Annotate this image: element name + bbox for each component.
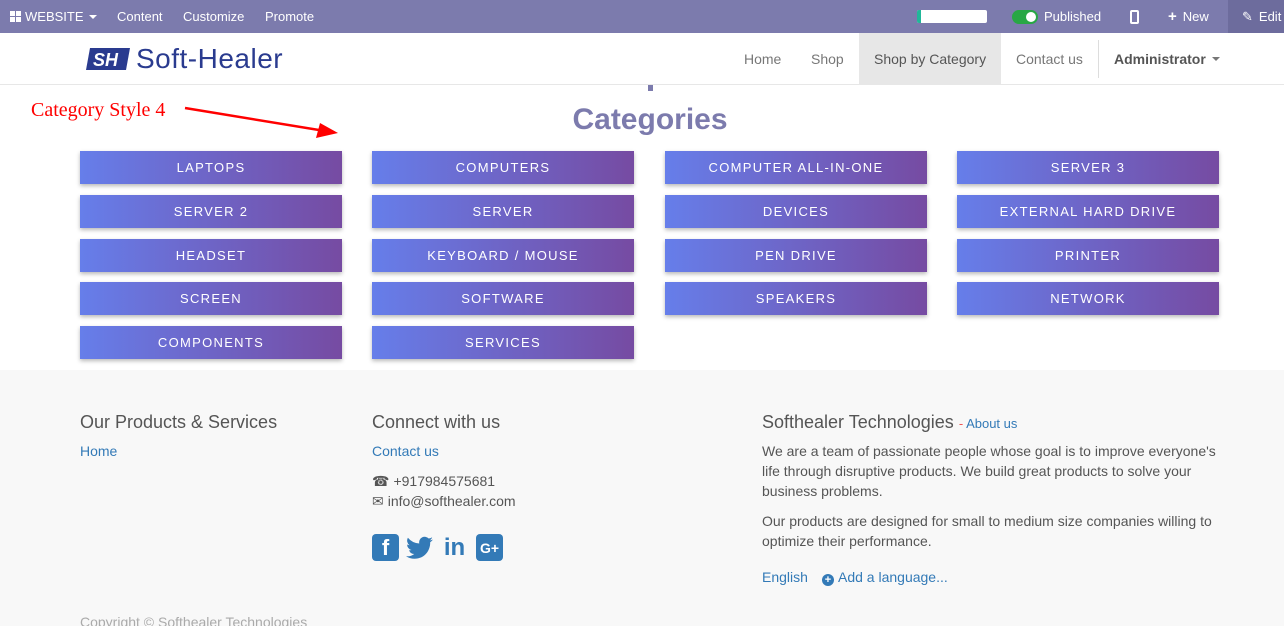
add-language-link[interactable]: + Add a language... [822,569,948,586]
footer-contact-link[interactable]: Contact us [372,443,439,459]
nav-shop[interactable]: Shop [796,33,859,84]
mobile-phone-icon [1130,9,1139,24]
new-label: New [1182,9,1209,24]
edit-button[interactable]: ✎ Edit [1228,0,1284,33]
progress-fill [917,10,921,23]
category-button[interactable]: COMPUTERS [372,151,634,184]
softhealer-logo[interactable]: SH Soft-Healer [86,43,283,75]
category-button[interactable]: EXTERNAL HARD DRIVE [957,195,1219,228]
category-button[interactable]: PRINTER [957,239,1219,272]
progress-bar [917,10,987,23]
footer-home-link[interactable]: Home [80,443,117,459]
category-button[interactable]: KEYBOARD / MOUSE [372,239,634,272]
nav-shop-by-category[interactable]: Shop by Category [859,33,1001,84]
plus-circle-icon: + [822,574,834,586]
category-button[interactable]: SERVER 2 [80,195,342,228]
published-toggle[interactable]: Published [1012,0,1101,33]
footer: Our Products & Services Home Connect wit… [0,370,1284,626]
svg-text:SH: SH [93,50,119,70]
footer-products-heading: Our Products & Services [80,412,278,432]
company-name: Softhealer Technologies [762,412,954,432]
company-description-1: We are a team of passionate people whose… [762,443,1216,499]
footer-connect-heading: Connect with us [372,412,501,432]
published-label: Published [1044,9,1102,24]
category-button[interactable]: PEN DRIVE [665,239,927,272]
company-description-2: Our products are designed for small to m… [762,513,1212,549]
softhealer-logo-mark: SH [86,48,130,70]
email-address: info@softhealer.com [387,493,516,509]
copyright-text: Copyright © Softhealer Technologies [80,614,308,626]
website-menu-label: WEBSITE [25,9,84,24]
add-language-label: Add a language... [838,569,948,585]
categories-title: Categories [572,103,728,136]
toggle-switch-icon [1012,9,1038,24]
content-menu[interactable]: Content [117,0,163,33]
google-plus-icon[interactable]: G+ [476,534,503,561]
category-button[interactable]: SERVER 3 [957,151,1219,184]
website-editor-bar: WEBSITE Content Customize Promote Publis… [0,0,1284,33]
nav-home[interactable]: Home [729,33,796,84]
category-button[interactable]: SERVER [372,195,634,228]
twitter-icon[interactable] [406,534,433,561]
language-english-link[interactable]: English [762,569,808,585]
user-name: Administrator [1114,50,1206,67]
facebook-icon[interactable]: f [372,534,399,561]
phone-number: +917984575681 [393,473,496,489]
caret-down-icon [1211,56,1220,61]
apps-grid-icon [10,11,21,22]
nav-contact-us[interactable]: Contact us [1001,33,1098,84]
envelope-icon: ✉ [372,493,384,509]
mobile-preview-button[interactable] [1130,0,1139,33]
about-us-link[interactable]: About us [966,416,1017,431]
snippet-drag-handle[interactable] [648,85,653,91]
category-button[interactable]: SERVICES [372,326,634,359]
promote-menu[interactable]: Promote [265,0,314,33]
phone-icon: ☎ [372,473,390,489]
website-menu-button[interactable]: WEBSITE [10,0,97,33]
main-navbar: SH Soft-Healer Home Shop Shop by Categor… [0,33,1284,85]
user-menu[interactable]: Administrator [1099,33,1235,84]
pencil-icon: ✎ [1242,8,1253,24]
heading-dash: - [958,416,967,431]
caret-down-icon [88,14,97,19]
category-button[interactable]: COMPUTER ALL-IN-ONE [665,151,927,184]
footer-email: ✉ info@softhealer.com [372,493,516,510]
logo-wordmark: Soft-Healer [136,43,284,74]
plus-icon: + [1168,8,1177,25]
category-button[interactable]: SOFTWARE [372,282,634,315]
category-button[interactable]: DEVICES [665,195,927,228]
edit-label: Edit [1258,9,1282,24]
new-button[interactable]: + New [1168,0,1209,33]
footer-company-heading: Softhealer Technologies - About us [762,412,1017,433]
category-button[interactable]: SCREEN [80,282,342,315]
category-button[interactable]: NETWORK [957,282,1219,315]
category-button[interactable]: HEADSET [80,239,342,272]
category-button[interactable]: COMPONENTS [80,326,342,359]
category-button[interactable]: SPEAKERS [665,282,927,315]
customize-menu[interactable]: Customize [183,0,244,33]
linkedin-icon[interactable]: in [441,534,468,561]
footer-phone: ☎ +917984575681 [372,473,495,490]
category-button[interactable]: LAPTOPS [80,151,342,184]
